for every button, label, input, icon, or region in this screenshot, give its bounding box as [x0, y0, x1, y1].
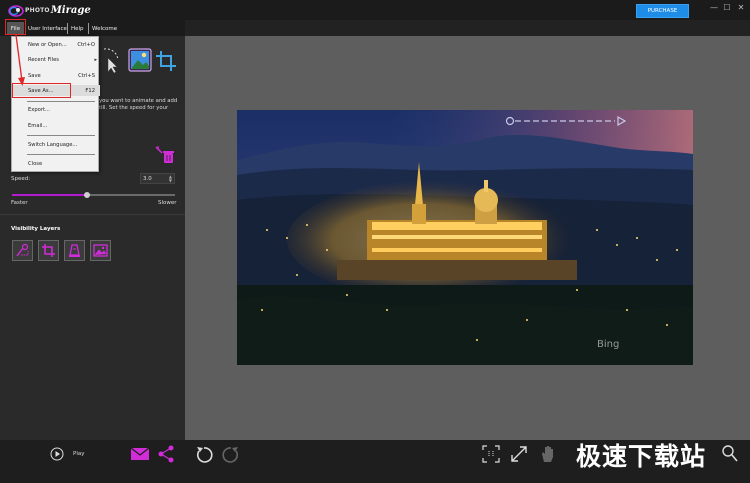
purchase-button[interactable]: PURCHASE: [636, 4, 689, 18]
menu-item-close[interactable]: Close: [12, 158, 100, 169]
instruction-text: you want to animate and add till. Set th…: [99, 98, 183, 111]
section-divider: [0, 214, 185, 215]
menu-user-interface[interactable]: User Interface: [28, 22, 67, 35]
brand-large-text: Mirage: [50, 5, 91, 16]
menu-item-label: Export...: [28, 106, 50, 113]
submenu-arrow-icon: ▸: [94, 56, 97, 63]
undo-icon[interactable]: [194, 444, 214, 464]
crop-layer-button[interactable]: [38, 240, 59, 261]
speed-slider[interactable]: [12, 192, 175, 198]
crop-icon: [42, 244, 55, 257]
zoom-icon[interactable]: [721, 444, 739, 464]
play-label[interactable]: Play: [73, 451, 84, 457]
image-layer-button[interactable]: [90, 240, 111, 261]
menu-item-export[interactable]: Export...: [12, 104, 100, 115]
slower-label: Slower: [158, 200, 177, 206]
email-icon[interactable]: [130, 446, 150, 462]
animation-path-icon[interactable]: [100, 46, 120, 74]
photo-frame-icon[interactable]: [128, 48, 152, 72]
site-watermark: 极速下载站: [576, 442, 707, 471]
file-menu-highlight: [5, 19, 26, 35]
menu-separator: [67, 23, 68, 34]
speed-value: 3.0: [143, 175, 152, 182]
speed-slider-fill: [12, 194, 87, 196]
menu-item-label: New or Open...: [28, 41, 67, 48]
instruction-line: you want to animate and add: [99, 98, 178, 104]
image-icon: [93, 244, 108, 257]
erase-icon: [69, 244, 80, 257]
faster-label: Faster: [11, 200, 28, 206]
menu-item-shortcut: Ctrl+S: [78, 72, 95, 79]
mask-brush-icon: [16, 243, 29, 257]
app-logo: PHOTO Mirage: [8, 3, 91, 18]
visibility-layers-title: Visibility Layers: [11, 226, 61, 232]
redo-icon[interactable]: [221, 444, 241, 464]
menu-item-shortcut: Ctrl+O: [77, 41, 95, 48]
bing-watermark: Bing: [597, 339, 620, 350]
logo-icon: [8, 4, 24, 17]
speed-label: Speed:: [11, 176, 31, 182]
menu-item-label: Switch Language...: [28, 141, 78, 148]
share-icon[interactable]: [157, 445, 175, 463]
fit-to-screen-icon[interactable]: [482, 445, 500, 463]
speed-stepper-icon[interactable]: ▲ ▼: [169, 175, 172, 183]
menu-help[interactable]: Help: [71, 22, 84, 35]
menu-item-switch-language[interactable]: Switch Language...: [12, 139, 100, 150]
photomirage-window: PHOTO Mirage PURCHASE — ☐ ✕ File User In…: [0, 0, 750, 483]
delete-path-icon[interactable]: [155, 145, 175, 165]
fullscreen-icon[interactable]: [510, 445, 528, 463]
speed-input[interactable]: 3.0 ▲ ▼: [140, 173, 175, 184]
speed-slider-thumb[interactable]: [83, 192, 90, 198]
menu-divider: [27, 154, 95, 155]
menu-item-shortcut: F12: [85, 87, 95, 94]
close-button[interactable]: ✕: [736, 3, 746, 13]
crop-icon[interactable]: [155, 50, 177, 72]
instruction-line: till. Set the speed for your: [99, 104, 169, 111]
play-icon[interactable]: [50, 447, 64, 461]
menu-divider: [27, 101, 95, 102]
menu-item-label: Email...: [28, 122, 48, 129]
erase-layer-button[interactable]: [64, 240, 85, 261]
hand-pan-icon[interactable]: [539, 444, 557, 464]
menu-item-label: Save: [28, 72, 41, 79]
menu-item-email[interactable]: Email...: [12, 120, 100, 131]
brand-small-text: PHOTO: [25, 7, 50, 14]
menu-item-label: Recent Files: [28, 56, 59, 63]
minimize-button[interactable]: —: [709, 3, 719, 13]
title-bar: PHOTO Mirage PURCHASE — ☐ ✕: [0, 0, 750, 20]
mask-brush-button[interactable]: [12, 240, 33, 261]
photo-image[interactable]: [237, 110, 693, 365]
menu-separator: [88, 23, 89, 34]
annotation-arrow-icon: [15, 34, 25, 86]
menu-welcome[interactable]: Welcome: [92, 22, 117, 35]
menu-divider: [27, 135, 95, 136]
maximize-button[interactable]: ☐: [722, 3, 732, 13]
menu-item-label: Close: [28, 160, 43, 167]
